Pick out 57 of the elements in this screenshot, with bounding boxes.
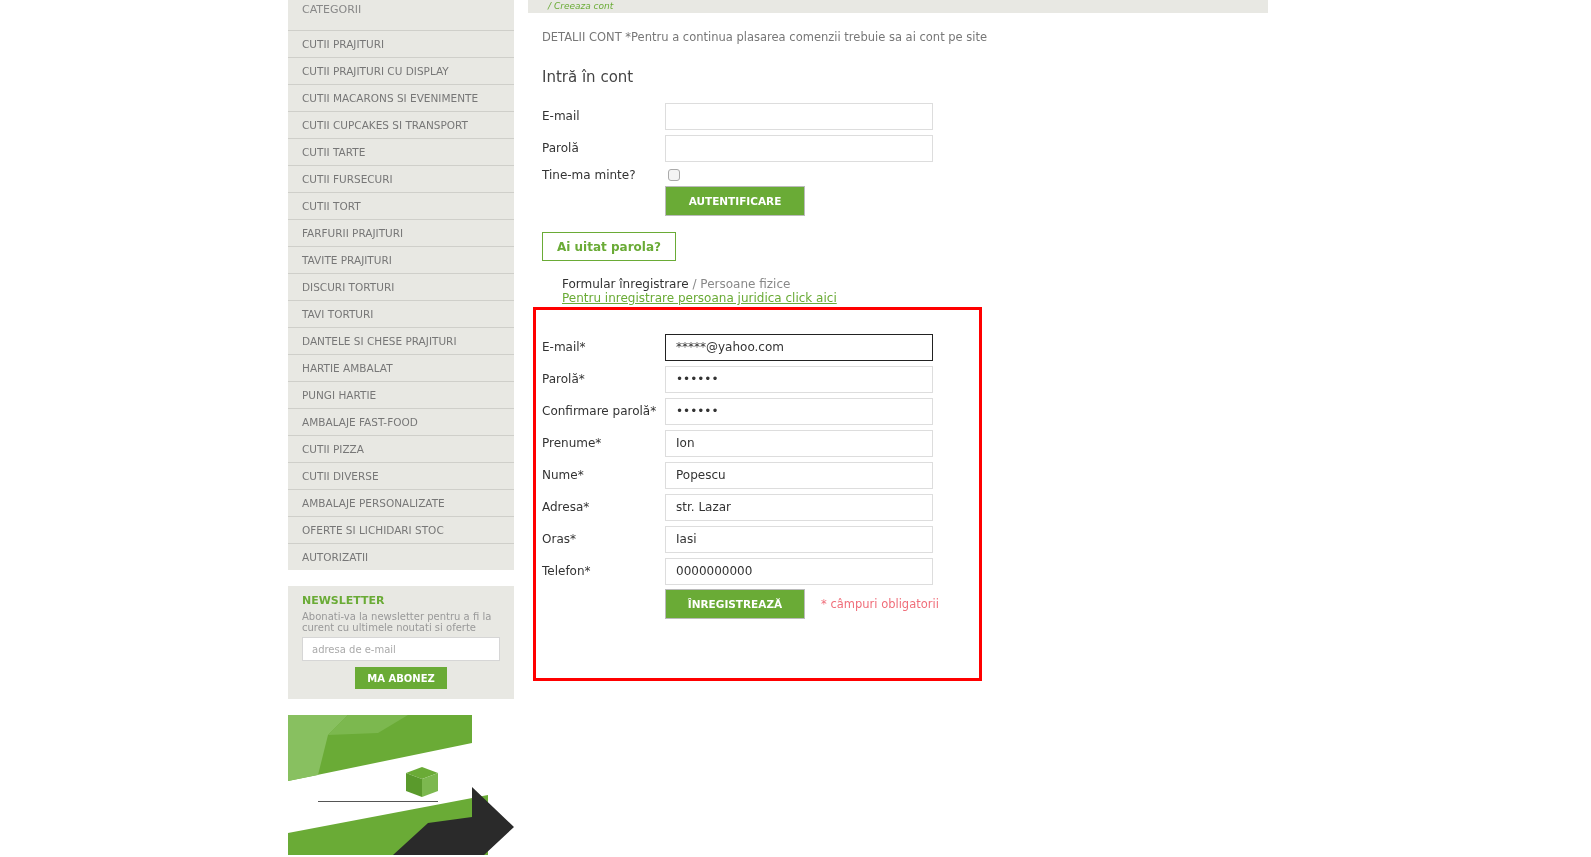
input-field[interactable] [665, 102, 933, 130]
newsletter-title: NEWSLETTER [302, 594, 386, 607]
email-field[interactable]: adresa de e-mail [302, 637, 500, 661]
field-label: Oras* [542, 532, 577, 546]
category-link[interactable]: CUTII DIVERSE [288, 463, 514, 490]
input-field[interactable]: 0000000000 [665, 557, 933, 585]
category-link[interactable]: CUTII CUPCAKES SI TRANSPORT [288, 112, 514, 139]
sidebar-title: CATEGORII [288, 0, 514, 31]
input-field[interactable]: *****@yahoo.com [665, 333, 933, 361]
category-link[interactable]: CUTII FURSECURI [288, 166, 514, 193]
breadcrumb-link[interactable]: / Creeaza cont [548, 1, 614, 12]
required-note: * câmpuri obligatorii [821, 597, 939, 611]
field-label: Telefon* [542, 564, 592, 578]
category-link[interactable]: CUTII PRAJITURI [288, 31, 514, 58]
category-link[interactable]: CUTII MACARONS SI EVENIMENTE [288, 85, 514, 112]
checkbox[interactable] [668, 169, 680, 181]
field-label: Adresa* [542, 500, 591, 514]
field-label: Prenume* [542, 436, 603, 450]
category-link[interactable]: TAVI TORTURI [288, 301, 514, 328]
field-label: Parolă [542, 141, 580, 155]
category-link[interactable]: AUTORIZATII [288, 544, 514, 570]
field-label: Nume* [542, 468, 585, 482]
category-link[interactable]: AMBALAJE FAST-FOOD [288, 409, 514, 436]
form-heading: Formular înregistrare [562, 277, 689, 291]
category-link[interactable]: OFERTE SI LICHIDARI STOC [288, 517, 514, 544]
field-label: E-mail [542, 109, 581, 123]
field-label: Confirmare parolă* [542, 404, 658, 418]
input-field[interactable]: Iasi [665, 525, 933, 553]
register-button[interactable]: ÎNREGISTREAZĂ [665, 589, 805, 619]
category-link[interactable]: HARTIE AMBALAT [288, 355, 514, 382]
category-link[interactable]: FARFURII PRAJITURI [288, 220, 514, 247]
forgot-password-button[interactable]: Ai uitat parola? [542, 232, 676, 261]
input-field[interactable]: •••••• [665, 397, 933, 425]
category-link[interactable]: CUTII TARTE [288, 139, 514, 166]
category-link[interactable]: PUNGI HARTIE [288, 382, 514, 409]
category-link[interactable]: TAVITE PRAJITURI [288, 247, 514, 274]
login-button[interactable]: AUTENTIFICARE [665, 186, 805, 216]
section-title: Intră în cont [542, 68, 635, 86]
field-label: Parolă* [542, 372, 586, 386]
category-link[interactable]: CUTII PRAJITURI CU DISPLAY [288, 58, 514, 85]
input-field[interactable]: Popescu [665, 461, 933, 489]
newsletter-text: Abonati-va la newsletter pentru a fi la curent cu ultimele noutati si oferte [302, 611, 493, 633]
intro-text: DETALII CONT *Pentru a continua plasarea comenzii trebuie sa ai cont pe site [542, 30, 989, 44]
category-link[interactable]: CUTII TORT [288, 193, 514, 220]
category-link[interactable]: CUTII PIZZA [288, 436, 514, 463]
input-field[interactable]: Ion [665, 429, 933, 457]
input-field[interactable] [665, 134, 933, 162]
field-label: E-mail* [542, 340, 587, 354]
category-link[interactable]: AMBALAJE PERSONALIZATE [288, 490, 514, 517]
category-link[interactable]: DISCURI TORTURI [288, 274, 514, 301]
input-field[interactable]: •••••• [665, 365, 933, 393]
subscribe-button[interactable]: MA ABONEZ [355, 667, 447, 689]
form-subheading: / Persoane fizice [692, 277, 791, 291]
input-field[interactable]: str. Lazar [665, 493, 933, 521]
category-link[interactable]: DANTELE SI CHESE PRAJITURI [288, 328, 514, 355]
company-registration-link[interactable]: Pentru inregistrare persoana juridica click aici [562, 291, 1268, 305]
field-label: Tine-ma minte? [542, 168, 637, 182]
